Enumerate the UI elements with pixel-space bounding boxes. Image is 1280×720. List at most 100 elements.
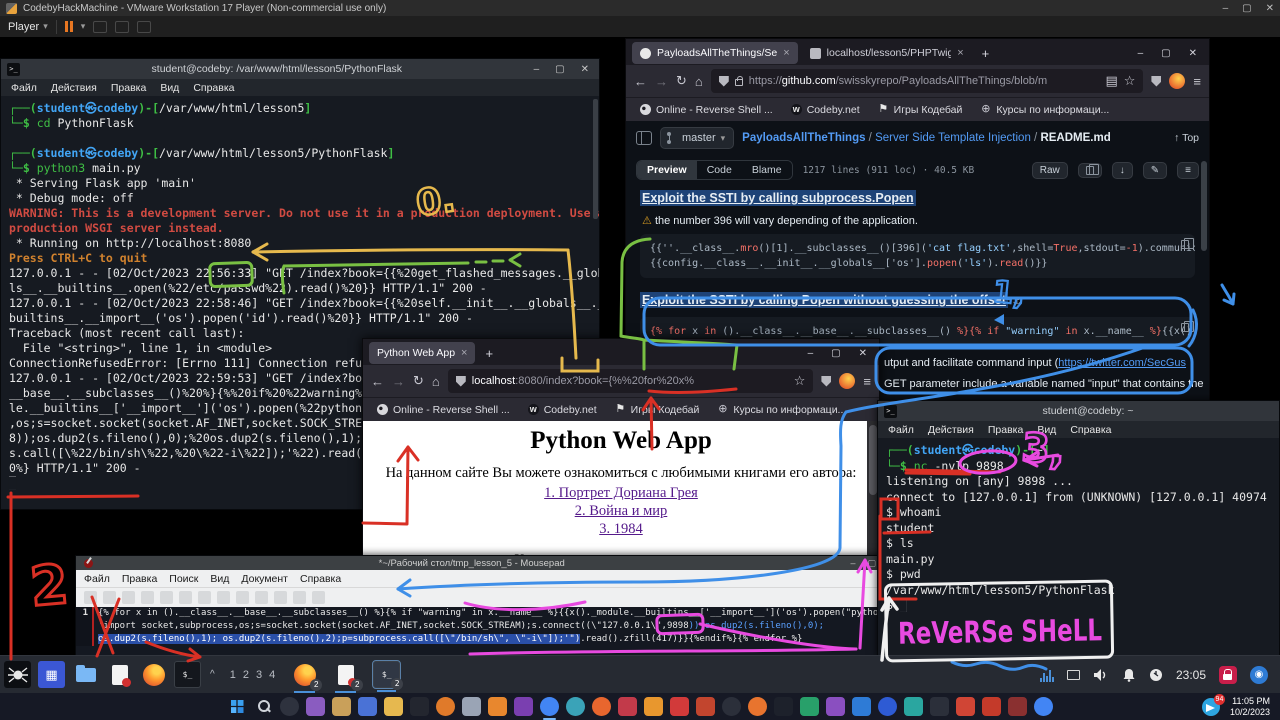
raw-button[interactable]: Raw [1032, 162, 1068, 179]
bookmark-globe[interactable]: ⊕Курсы по информаци... [980, 104, 1109, 116]
back-icon[interactable]: ← [371, 374, 384, 389]
windows-clock[interactable]: 11:05 PM 10/2/2023 [1230, 696, 1270, 718]
close-button[interactable]: ✕ [859, 348, 867, 359]
file-tab-preview[interactable]: Preview [637, 161, 697, 179]
vmware-maximize-button[interactable]: ▢ [1242, 3, 1251, 14]
taskbar-terminal-launcher[interactable]: $_ [174, 661, 201, 688]
sidebar-toggle-icon[interactable] [636, 131, 652, 145]
terminal-menu-item[interactable]: Справка [1070, 424, 1111, 436]
terminal-menu-item[interactable]: Действия [928, 424, 974, 436]
workspace-3[interactable]: 3 [256, 669, 263, 681]
bookmark-flag[interactable]: ⚑Игры Кодебай [878, 104, 963, 116]
toolbar-icon[interactable] [255, 591, 268, 604]
scrollbar[interactable] [593, 99, 598, 219]
link-icon[interactable]: ⚓ [1012, 296, 1021, 307]
bookmark-star-icon[interactable]: ☆ [1124, 73, 1136, 89]
bookmark-codeby[interactable]: wCodeby.net [791, 104, 860, 116]
taskbar-app-app[interactable] [722, 697, 741, 716]
taskbar-app-app[interactable] [878, 697, 897, 716]
taskbar-app-firefox[interactable] [592, 697, 611, 716]
telegram-tray-icon[interactable]: 94 [1202, 698, 1220, 716]
copy-icon[interactable] [1181, 240, 1189, 249]
pocket-icon[interactable] [821, 376, 831, 387]
maximize-button[interactable]: ▢ [1161, 48, 1170, 59]
edit-button[interactable]: ✎ [1143, 162, 1167, 179]
reload-icon[interactable]: ↻ [676, 73, 687, 89]
speaker-icon[interactable] [1093, 668, 1109, 682]
taskbar-app-chrome[interactable] [540, 697, 559, 716]
outline-button[interactable]: ≡ [1177, 162, 1199, 179]
suspend-vm-button[interactable] [65, 21, 73, 32]
book-link[interactable]: 2. Война и мир [363, 502, 879, 520]
file-tab-code[interactable]: Code [697, 161, 742, 179]
book-link[interactable]: 3. 1984 [363, 520, 879, 538]
profile-avatar[interactable] [839, 373, 855, 389]
bookmark-codeby[interactable]: wCodeby.net [528, 404, 597, 416]
taskbar-app-app[interactable] [306, 697, 325, 716]
bookmark-star-icon[interactable]: ☆ [794, 373, 806, 389]
vmware-close-button[interactable]: ✕ [1266, 3, 1274, 14]
taskbar-app-app[interactable] [930, 697, 949, 716]
toolbar-icon[interactable] [293, 591, 306, 604]
back-to-top-link[interactable]: ↑ Top [1174, 132, 1199, 144]
power-icon[interactable] [1149, 668, 1163, 682]
tray-app-icon[interactable]: ◉ [1250, 666, 1268, 684]
close-button[interactable]: ✕ [581, 64, 589, 75]
hamburger-menu-icon[interactable]: ≡ [863, 374, 871, 389]
mousepad-menu-item[interactable]: Справка [300, 573, 341, 585]
tab-python-web-app[interactable]: Python Web App × [369, 342, 475, 364]
tab-localhost-lesson5-phptwig-i[interactable]: localhost/lesson5/PHPTwig/i× [802, 42, 972, 64]
close-button[interactable]: ✕ [1189, 48, 1197, 59]
suspend-caret-icon[interactable]: ▾ [81, 21, 86, 32]
terminal-titlebar[interactable]: >_ student@codeby: /var/www/html/lesson5… [1, 59, 599, 79]
taskbar-app-app[interactable] [800, 697, 819, 716]
vmware-minimize-button[interactable]: – [1223, 3, 1229, 14]
home-icon[interactable]: ⌂ [695, 74, 703, 89]
keepassxc-tray-icon[interactable] [1219, 666, 1237, 684]
fullscreen-icon[interactable] [115, 21, 129, 33]
minimize-button[interactable]: – [850, 558, 855, 569]
mousepad-menu-item[interactable]: Файл [84, 573, 110, 585]
bookmark-skull[interactable]: Online - Reverse Shell ... [377, 404, 510, 416]
toolbar-icon[interactable] [160, 591, 173, 604]
toolbar-icon[interactable] [274, 591, 287, 604]
taskbar-app-start[interactable] [228, 697, 247, 716]
taskbar-app-app[interactable] [956, 697, 975, 716]
taskbar-app-app[interactable] [436, 697, 455, 716]
taskbar-app-app[interactable] [514, 697, 533, 716]
hamburger-menu-icon[interactable]: ≡ [1193, 74, 1201, 89]
tab-close-icon[interactable]: × [783, 47, 789, 59]
taskbar-app-app[interactable] [696, 697, 715, 716]
toolbar-icon[interactable] [198, 591, 211, 604]
bookmark-globe[interactable]: ⊕Курсы по информаци... [717, 404, 846, 416]
taskbar-codeby-launcher[interactable] [4, 661, 31, 688]
url-bar[interactable]: localhost:8080/index?book={%%20for%20x% … [448, 369, 814, 393]
terminal-menu-item[interactable]: Вид [1037, 424, 1056, 436]
mousepad-menu-item[interactable]: Правка [122, 573, 157, 585]
taskbar-app-folder[interactable] [384, 697, 403, 716]
taskbar-app-app[interactable] [982, 697, 1001, 716]
taskbar-app-app[interactable] [280, 697, 299, 716]
toolbar-icon[interactable] [141, 591, 154, 604]
taskbar-app-app[interactable] [670, 697, 689, 716]
terminal-menu-item[interactable]: Правка [988, 424, 1023, 436]
maximize-button[interactable]: ▢ [831, 348, 840, 359]
toolbar-icon[interactable] [217, 591, 230, 604]
taskbar-app-app[interactable] [618, 697, 637, 716]
ctrl-alt-del-icon[interactable] [93, 21, 107, 33]
file-tab-blame[interactable]: Blame [742, 161, 792, 179]
readme-heading-subprocess[interactable]: Exploit the SSTI by calling subprocess.P… [640, 190, 916, 206]
mousepad-menu-item[interactable]: Вид [210, 573, 229, 585]
new-tab-button[interactable]: + [976, 46, 996, 61]
taskbar-app-app[interactable] [826, 697, 845, 716]
taskbar-app-app[interactable] [358, 697, 377, 716]
new-tab-button[interactable]: + [479, 346, 499, 361]
workspace-1[interactable]: 1 [230, 669, 237, 681]
editor-area[interactable]: 1 {% for x in ().__class__.__base__.__su… [76, 607, 884, 646]
tab-close-icon[interactable]: × [957, 47, 963, 59]
forward-icon[interactable]: → [392, 374, 405, 389]
tab-close-icon[interactable]: × [461, 347, 467, 359]
taskbar-app-app[interactable] [774, 697, 793, 716]
forward-icon[interactable]: → [655, 74, 668, 89]
workspace-2[interactable]: 2 [243, 669, 250, 681]
